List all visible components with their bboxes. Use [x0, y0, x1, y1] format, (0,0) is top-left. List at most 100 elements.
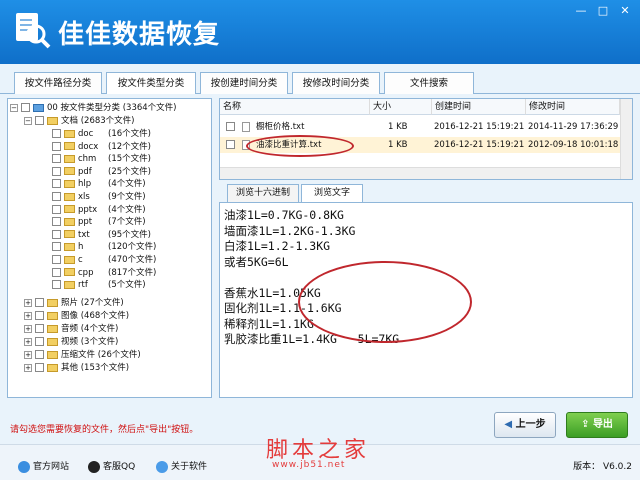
tree-item-category[interactable]: + 图像 (468个文件): [24, 310, 129, 322]
tree-root[interactable]: −00 按文件类型分类 (3364个文件): [10, 102, 177, 114]
preview-text-line: 或者5KG=6L: [224, 254, 289, 269]
tree-item-category[interactable]: + 压缩文件 (26个文件): [24, 349, 141, 361]
tab-hex-view[interactable]: 浏览十六进制: [227, 184, 299, 202]
tree-item-c[interactable]: c (470个文件): [52, 254, 156, 266]
folder-icon: [47, 298, 58, 307]
magnifier-logo-icon: [16, 13, 51, 49]
text-file-icon: [242, 122, 250, 132]
folder-icon: [64, 154, 75, 163]
checkbox[interactable]: [52, 192, 61, 201]
tree-item-pptx[interactable]: pptx (4个文件): [52, 204, 146, 216]
tree-item-doc[interactable]: doc (16个文件): [52, 128, 151, 140]
column-size[interactable]: 大小: [370, 99, 432, 115]
tree-item-chm[interactable]: chm (15个文件): [52, 153, 151, 165]
tree-item-pdf[interactable]: pdf (25个文件): [52, 166, 151, 178]
checkbox[interactable]: [52, 179, 61, 189]
checkbox[interactable]: [21, 103, 30, 112]
tab-by-path[interactable]: 按文件路径分类: [14, 72, 102, 94]
maximize-button[interactable]: □: [594, 4, 612, 18]
info-icon: [156, 460, 168, 473]
expand-icon[interactable]: +: [24, 363, 32, 372]
checkbox[interactable]: [52, 166, 61, 176]
app-title: 佳佳数据恢复: [58, 20, 221, 50]
folder-icon: [64, 280, 75, 289]
checkbox[interactable]: [35, 363, 44, 372]
checkbox[interactable]: [52, 154, 61, 164]
title-bar: 佳佳数据恢复 — □ ✕: [0, 0, 640, 64]
column-modified[interactable]: 修改时间: [526, 99, 620, 115]
tree-item-category[interactable]: + 视频 (3个文件): [24, 336, 118, 348]
minimize-button[interactable]: —: [572, 4, 590, 18]
tree-item-category[interactable]: + 照片 (27个文件): [24, 297, 124, 309]
tree-item-xls[interactable]: xls (9个文件): [52, 191, 146, 203]
tab-by-created[interactable]: 按创建时间分类: [200, 72, 288, 94]
checkbox[interactable]: [35, 337, 44, 346]
tab-by-modified[interactable]: 按修改时间分类: [292, 72, 380, 94]
category-tabs: 按文件路径分类 按文件类型分类 按创建时间分类 按修改时间分类 文件搜索: [0, 64, 640, 95]
checkbox[interactable]: [35, 116, 44, 125]
export-button[interactable]: ⇪ 导出: [566, 412, 628, 438]
official-site-link[interactable]: 官方网站: [18, 459, 69, 473]
tab-by-type[interactable]: 按文件类型分类: [106, 72, 196, 95]
checkbox[interactable]: [52, 141, 61, 151]
checkbox[interactable]: [226, 140, 235, 149]
support-qq-link[interactable]: 客服QQ: [88, 459, 135, 473]
collapse-icon[interactable]: −: [10, 103, 18, 112]
checkbox[interactable]: [52, 129, 61, 138]
folder-icon: [47, 337, 58, 346]
prev-step-button[interactable]: ◀ 上一步: [494, 412, 556, 438]
folder-icon: [47, 324, 58, 333]
expand-icon[interactable]: +: [24, 350, 32, 359]
tree-item-docx[interactable]: docx (12个文件): [52, 141, 151, 153]
checkbox[interactable]: [52, 217, 61, 227]
column-created[interactable]: 创建时间: [432, 99, 526, 115]
tree-item-category[interactable]: + 其他 (153个文件): [24, 362, 129, 374]
expand-icon[interactable]: +: [24, 311, 32, 320]
folder-icon: [64, 205, 75, 214]
checkbox[interactable]: [52, 280, 61, 290]
preview-text-line: 油漆1L=0.7KG-0.8KG: [224, 208, 344, 222]
checkbox[interactable]: [35, 324, 44, 333]
vertical-scrollbar[interactable]: [620, 99, 632, 179]
expand-icon[interactable]: +: [24, 324, 32, 333]
tab-file-search[interactable]: 文件搜索: [384, 72, 474, 94]
text-preview[interactable]: 油漆1L=0.7KG-0.8KG 墙面漆1L=1.2KG-1.3KG 白漆1L=1.…: [219, 202, 633, 398]
tree-item-rtf[interactable]: rtf (5个文件): [52, 279, 146, 291]
tree-item-h[interactable]: h (120个文件): [52, 241, 156, 253]
hint-text: 请勾选您需要恢复的文件，然后点"导出"按钮。: [10, 425, 199, 435]
file-row[interactable]: 橱柜价格.txt 1 KB 2016-12-21 15:19:21 2014-1…: [220, 119, 620, 135]
tree-item-documents[interactable]: − 文档 (2683个文件): [24, 115, 134, 127]
checkbox[interactable]: [226, 122, 235, 131]
horizontal-scrollbar[interactable]: [220, 167, 620, 179]
tab-text-view[interactable]: 浏览文字: [301, 184, 363, 202]
preview-text-line: 白漆1L=1.2-1.3KG: [224, 239, 331, 253]
preview-tabs: 浏览十六进制 浏览文字: [219, 182, 633, 202]
folder-icon: [64, 268, 75, 277]
checkbox[interactable]: [52, 229, 61, 239]
tree-item-cpp[interactable]: cpp (817个文件): [52, 267, 156, 279]
expand-icon[interactable]: +: [24, 337, 32, 346]
close-button[interactable]: ✕: [616, 4, 634, 18]
qq-penguin-icon: [88, 460, 100, 473]
checkbox[interactable]: [52, 267, 61, 277]
tree-item-ppt[interactable]: ppt (7个文件): [52, 216, 146, 228]
folder-icon: [47, 116, 58, 125]
column-name[interactable]: 名称: [220, 99, 370, 115]
folder-icon: [64, 255, 75, 264]
expand-icon[interactable]: +: [24, 298, 32, 307]
tree-item-hlp[interactable]: hlp (4个文件): [52, 178, 146, 190]
folder-icon: [64, 142, 75, 151]
watermark-url: www.jb51.net: [272, 460, 346, 470]
checkbox[interactable]: [35, 298, 44, 307]
checkbox[interactable]: [52, 242, 61, 252]
collapse-icon[interactable]: −: [24, 116, 32, 125]
checkbox[interactable]: [35, 350, 44, 359]
checkbox[interactable]: [52, 255, 61, 264]
checkbox[interactable]: [52, 204, 61, 214]
tree-item-txt[interactable]: txt (95个文件): [52, 229, 151, 241]
folder-icon: [64, 242, 75, 251]
tree-item-category[interactable]: + 音频 (4个文件): [24, 323, 118, 335]
checkbox[interactable]: [35, 311, 44, 320]
about-link[interactable]: 关于软件: [156, 459, 207, 473]
category-tree[interactable]: −00 按文件类型分类 (3364个文件) − 文档 (2683个文件) doc(…: [7, 98, 212, 398]
